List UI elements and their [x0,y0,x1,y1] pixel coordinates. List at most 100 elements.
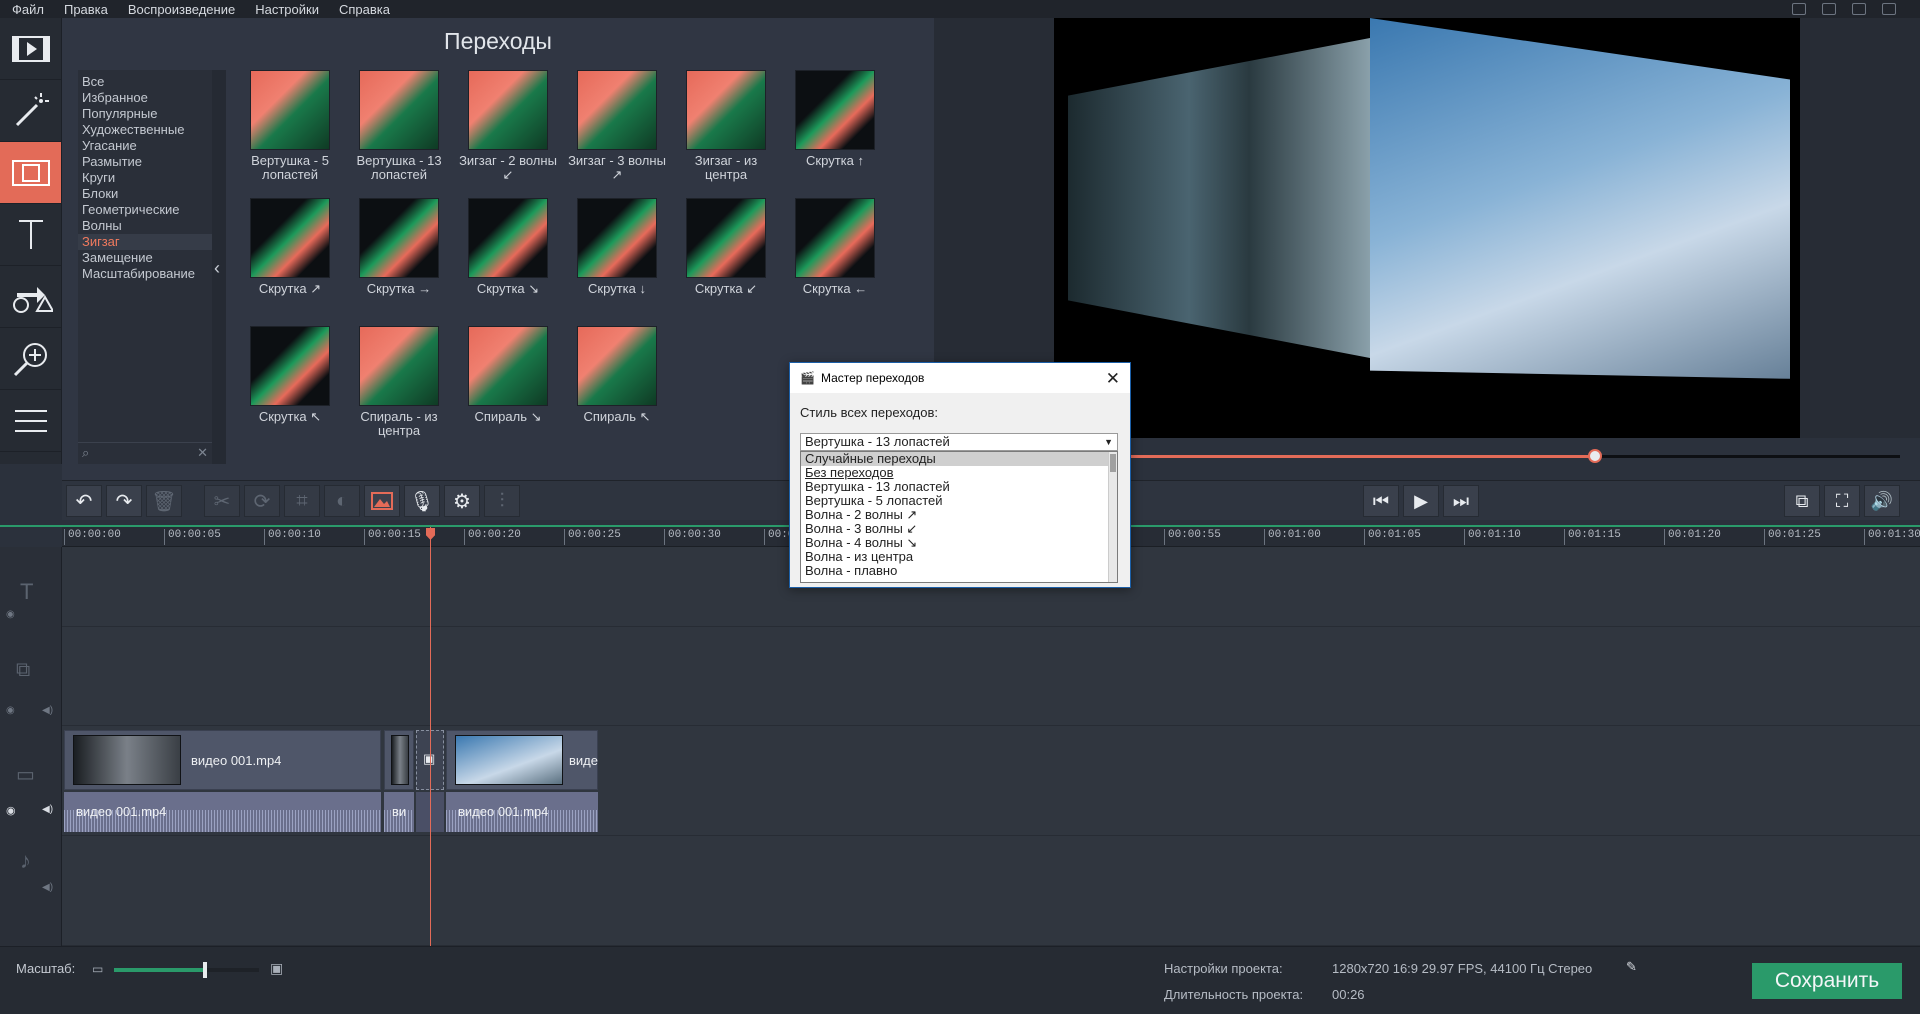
visibility-eye-icon[interactable]: ◉ [6,804,16,817]
transition-tile[interactable]: Скрутка → [349,198,449,318]
category-item[interactable]: Размытие [78,154,212,170]
cart-icon[interactable] [1792,3,1806,15]
delete-button[interactable]: 🗑 [146,485,182,517]
mute-speaker-icon[interactable]: ◀) [42,705,53,716]
import-button[interactable] [0,18,61,80]
transition-tile[interactable]: Спираль ↘ [458,326,558,446]
rotate-button[interactable]: ⟳ [244,485,280,517]
menu-file[interactable]: Файл [0,2,52,17]
previous-frame-button[interactable]: ⏮ [1363,485,1399,517]
category-item[interactable]: Популярные [78,106,212,122]
transition-tile[interactable]: Скрутка ↙ [676,198,776,318]
style-option[interactable]: Вертушка - 13 лопастей [801,480,1117,494]
category-item[interactable]: Геометрические [78,202,212,218]
menu-edit[interactable]: Правка [52,2,116,17]
video-clip[interactable]: видео 001.mp4 [64,730,381,790]
dropdown-arrow-icon[interactable]: ▼ [1104,434,1113,450]
clip-properties-button[interactable]: ⚙ [444,485,480,517]
transition-tile[interactable]: Скрутка ↖ [240,326,340,446]
transition-tile[interactable]: Скрутка ← [785,198,885,318]
titles-button[interactable] [0,204,61,266]
detach-preview-button[interactable]: ⧉ [1784,485,1820,517]
zoom-tool-button[interactable] [0,328,61,390]
style-option[interactable]: Случайные переходы [801,452,1117,466]
category-item[interactable]: Избранное [78,90,212,106]
category-item[interactable]: Художественные [78,122,212,138]
overlay-track-lane[interactable] [62,627,1920,726]
equalizer-button[interactable]: ⫶ [484,485,520,517]
menu-settings[interactable]: Настройки [243,2,327,17]
transition-tile[interactable]: Скрутка ↗ [240,198,340,318]
redo-button[interactable]: ↷ [106,485,142,517]
cut-button[interactable]: ✂ [204,485,240,517]
stickers-button[interactable] [0,266,61,328]
timeline-zoom-slider[interactable] [114,962,259,978]
mute-speaker-icon[interactable]: ◀) [42,882,53,893]
timeline-playhead[interactable] [430,527,431,946]
next-frame-button[interactable]: ⏭ [1443,485,1479,517]
category-item[interactable]: Угасание [78,138,212,154]
transition-tile[interactable]: Спираль ↖ [567,326,667,446]
audio-clip[interactable]: видео 001.mp4 [64,792,381,832]
video-clip[interactable] [384,730,414,790]
close-small-icon[interactable] [1822,3,1836,15]
help-book-icon[interactable] [1882,3,1896,15]
transition-tile[interactable]: Вертушка - 5 лопастей [240,70,340,190]
fullscreen-button[interactable]: ⛶ [1824,485,1860,517]
category-item[interactable]: Масштабирование [78,266,212,282]
category-item[interactable]: Волны [78,218,212,234]
style-option[interactable]: Волна - 2 волны ↗ [801,508,1117,522]
category-item[interactable]: Все [78,74,212,90]
play-button[interactable]: ▶ [1403,485,1439,517]
transition-tile[interactable]: Спираль - из центра [349,326,449,446]
video-clip[interactable]: виде [446,730,598,790]
zoom-out-icon[interactable]: ▭ [92,962,103,976]
category-item-selected[interactable]: Зигзаг [78,234,212,250]
zoom-slider-handle[interactable] [203,962,207,978]
visibility-eye-icon[interactable]: ◉ [6,609,15,620]
vk-icon[interactable] [1852,3,1866,15]
style-option[interactable]: Волна - 4 волны ↘ [801,536,1117,550]
menu-help[interactable]: Справка [327,2,398,17]
style-option[interactable]: Волна - 3 волны ↙ [801,522,1117,536]
transition-tile[interactable]: Зигзаг - 3 волны ↗ [567,70,667,190]
mute-speaker-icon[interactable]: ◀) [42,804,53,815]
music-track-lane[interactable] [62,836,1920,946]
more-tools-button[interactable] [0,390,61,452]
color-adjust-button[interactable]: ◐ [324,485,360,517]
category-search[interactable]: ⌕ ✕ [78,442,212,462]
edit-pencil-icon[interactable]: ✎ [1626,959,1637,975]
transitions-button[interactable] [0,142,61,204]
audio-clip[interactable]: ви [384,792,414,832]
transition-tile[interactable]: Вертушка - 13 лопастей [349,70,449,190]
zoom-in-icon[interactable]: ▣ [270,960,283,977]
visibility-eye-icon[interactable]: ◉ [6,705,15,716]
menu-playback[interactable]: Воспроизведение [116,2,243,17]
category-item[interactable]: Блоки [78,186,212,202]
crop-button[interactable]: ⌗ [284,485,320,517]
style-option[interactable]: Без переходов [801,466,1117,480]
category-item[interactable]: Круги [78,170,212,186]
scrollbar-thumb[interactable] [1110,454,1116,472]
transition-tile[interactable]: Зигзаг - 2 волны ↙ [458,70,558,190]
style-option[interactable]: Волна - плавно [801,564,1117,578]
style-select[interactable]: Вертушка - 13 лопастей ▼ [800,433,1118,451]
record-voice-button[interactable]: 🎙 [404,485,440,517]
filters-button[interactable] [0,80,61,142]
transition-tile[interactable]: Скрутка ↑ [785,70,885,190]
transition-wizard-button[interactable] [364,485,400,517]
close-icon[interactable]: ✕ [1106,369,1120,389]
preview-seekbar[interactable] [1120,449,1900,463]
style-option[interactable]: Волна - из центра [801,550,1117,564]
transition-tile[interactable]: Зигзаг - из центра [676,70,776,190]
category-item[interactable]: Замещение [78,250,212,266]
volume-button[interactable]: 🔊 [1864,485,1900,517]
transition-tile[interactable]: Скрутка ↓ [567,198,667,318]
transition-tile[interactable]: Скрутка ↘ [458,198,558,318]
clear-search-icon[interactable]: ✕ [197,445,208,461]
options-scrollbar[interactable] [1108,452,1117,582]
audio-clip[interactable]: видео 001.mp4 [446,792,598,832]
seek-handle[interactable] [1588,449,1602,463]
save-button[interactable]: Сохранить [1752,963,1902,999]
style-option[interactable]: Вертушка - 5 лопастей [801,494,1117,508]
